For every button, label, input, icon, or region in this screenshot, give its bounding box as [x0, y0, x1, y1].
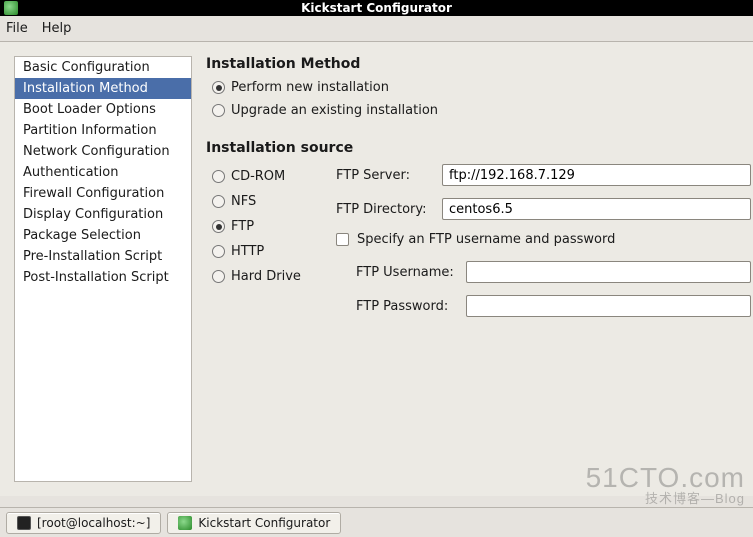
radio-label: Perform new installation [231, 80, 389, 95]
radio-source-nfs[interactable]: NFS [212, 194, 316, 209]
sidebar-item-network-configuration[interactable]: Network Configuration [15, 141, 191, 162]
ftp-server-input[interactable] [442, 164, 751, 186]
radio-upgrade-existing-installation[interactable]: Upgrade an existing installation [212, 103, 751, 118]
ftp-directory-label: FTP Directory: [336, 202, 434, 217]
radio-source-ftp[interactable]: FTP [212, 219, 316, 234]
radio-label: Upgrade an existing installation [231, 103, 438, 118]
radio-icon [212, 81, 225, 94]
sidebar-item-installation-method[interactable]: Installation Method [15, 78, 191, 99]
taskbar-terminal[interactable]: [root@localhost:~] [6, 512, 161, 534]
sidebar-item-pre-installation-script[interactable]: Pre-Installation Script [15, 246, 191, 267]
radio-icon [212, 104, 225, 117]
radio-label: HTTP [231, 244, 264, 259]
radio-source-cdrom[interactable]: CD-ROM [212, 169, 316, 184]
sidebar-item-authentication[interactable]: Authentication [15, 162, 191, 183]
content-pane: Installation Method Perform new installa… [206, 56, 753, 482]
ftp-auth-checkbox-row[interactable]: Specify an FTP username and password [336, 232, 751, 247]
ftp-password-input[interactable] [466, 295, 751, 317]
ftp-form: FTP Server: FTP Directory: Specify an FT… [336, 164, 751, 329]
sidebar-item-boot-loader-options[interactable]: Boot Loader Options [15, 99, 191, 120]
ftp-username-label: FTP Username: [356, 265, 458, 280]
window-body: Basic Configuration Installation Method … [0, 42, 753, 496]
radio-label: NFS [231, 194, 256, 209]
radio-label: CD-ROM [231, 169, 285, 184]
menubar: File Help [0, 16, 753, 42]
radio-icon [212, 195, 225, 208]
sidebar-item-basic-configuration[interactable]: Basic Configuration [15, 57, 191, 78]
ftp-server-label: FTP Server: [336, 168, 434, 183]
radio-icon [212, 170, 225, 183]
terminal-icon [17, 516, 31, 530]
radio-source-hard-drive[interactable]: Hard Drive [212, 269, 316, 284]
radio-icon [212, 270, 225, 283]
sidebar-item-firewall-configuration[interactable]: Firewall Configuration [15, 183, 191, 204]
ftp-password-label: FTP Password: [356, 299, 458, 314]
radio-label: Hard Drive [231, 269, 301, 284]
ftp-directory-input[interactable] [442, 198, 751, 220]
checkbox-label: Specify an FTP username and password [357, 232, 615, 247]
window-title: Kickstart Configurator [0, 0, 753, 16]
install-source-radio-group: CD-ROM NFS FTP HTTP Hard Drive [206, 164, 316, 329]
radio-icon [212, 220, 225, 233]
sidebar-item-display-configuration[interactable]: Display Configuration [15, 204, 191, 225]
radio-label: FTP [231, 219, 254, 234]
menu-file[interactable]: File [6, 21, 28, 36]
sidebar-item-package-selection[interactable]: Package Selection [15, 225, 191, 246]
radio-perform-new-installation[interactable]: Perform new installation [212, 80, 751, 95]
taskbar-kickstart[interactable]: Kickstart Configurator [167, 512, 341, 534]
sidebar-item-partition-information[interactable]: Partition Information [15, 120, 191, 141]
window-titlebar: Kickstart Configurator [0, 0, 753, 16]
sidebar: Basic Configuration Installation Method … [14, 56, 192, 482]
radio-source-http[interactable]: HTTP [212, 244, 316, 259]
app-icon [178, 516, 192, 530]
sidebar-item-post-installation-script[interactable]: Post-Installation Script [15, 267, 191, 288]
menu-help[interactable]: Help [42, 21, 72, 36]
checkbox-icon [336, 233, 349, 246]
install-source-heading: Installation source [206, 140, 751, 156]
taskbar-kickstart-label: Kickstart Configurator [198, 516, 330, 530]
taskbar: [root@localhost:~] Kickstart Configurato… [0, 507, 753, 537]
taskbar-terminal-label: [root@localhost:~] [37, 516, 150, 530]
radio-icon [212, 245, 225, 258]
install-method-heading: Installation Method [206, 56, 751, 72]
ftp-username-input[interactable] [466, 261, 751, 283]
